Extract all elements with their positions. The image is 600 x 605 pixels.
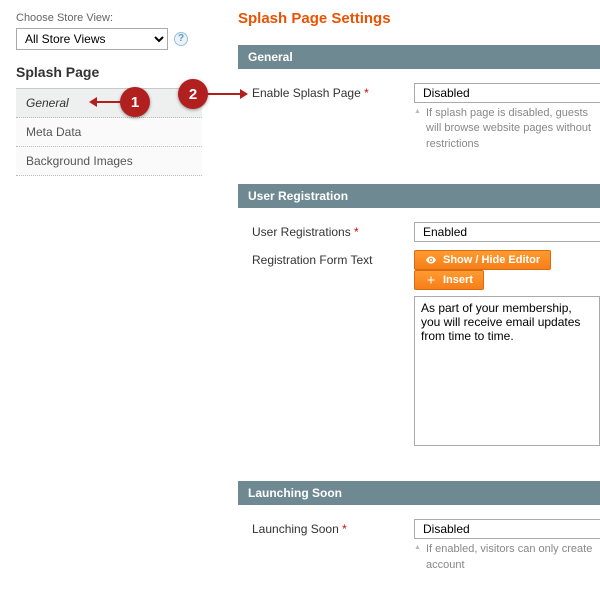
store-view-select[interactable]: All Store Views <box>16 28 168 50</box>
reg-form-text-label: Registration Form Text <box>252 250 414 267</box>
annotation-badge-2: 2 <box>178 79 208 109</box>
sidebar-item-meta[interactable]: Meta Data <box>16 118 202 147</box>
show-hide-editor-button[interactable]: Show / Hide Editor <box>414 250 551 270</box>
user-reg-label: User Registrations * <box>252 222 414 239</box>
sidebar-title: Splash Page <box>16 64 202 80</box>
sidebar-item-label: Meta Data <box>26 125 81 139</box>
annotation-badge-1: 1 <box>120 87 150 117</box>
help-icon[interactable]: ? <box>174 32 188 46</box>
insert-button[interactable]: Insert <box>414 270 484 290</box>
launching-label: Launching Soon * <box>252 519 414 536</box>
section-header-userreg: User Registration <box>238 184 600 208</box>
sidebar-item-background[interactable]: Background Images <box>16 147 202 176</box>
page-title: Splash Page Settings <box>238 10 600 27</box>
store-view-label: Choose Store View: <box>16 12 202 24</box>
section-header-launching: Launching Soon <box>238 481 600 505</box>
reg-form-textarea[interactable] <box>414 296 600 446</box>
sidebar-item-label: Background Images <box>26 154 133 168</box>
annotation-arrow-1 <box>96 101 122 103</box>
annotation-arrow-2 <box>207 93 241 95</box>
sidebar-item-general[interactable]: General <box>16 89 202 118</box>
sidebar-item-label: General <box>26 96 69 110</box>
enable-splash-select[interactable]: Disabled <box>414 83 600 103</box>
launching-note: If enabled, visitors can only create acc… <box>414 542 600 573</box>
launching-select[interactable]: Disabled <box>414 519 600 539</box>
section-header-general: General <box>238 45 600 69</box>
enable-splash-label: Enable Splash Page * <box>252 83 414 100</box>
enable-splash-note: If splash page is disabled, guests will … <box>414 106 600 152</box>
plus-icon <box>425 274 437 286</box>
user-reg-select[interactable]: Enabled <box>414 222 600 242</box>
eye-icon <box>425 254 437 266</box>
